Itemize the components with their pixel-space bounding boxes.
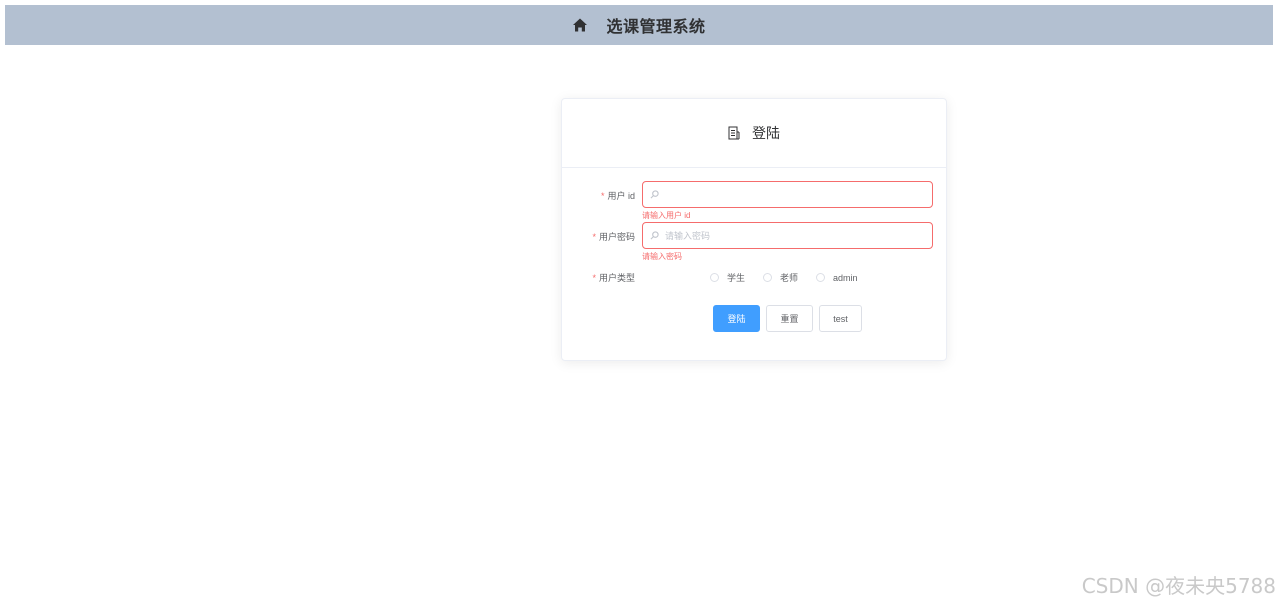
user-id-label: * 用户 id (600, 191, 635, 201)
radio-circle[interactable] (763, 273, 773, 282)
top-header-bar: 选课管理系统 (5, 5, 1273, 45)
radio-admin[interactable]: admin (816, 273, 858, 283)
login-card-title: 登陆 (752, 125, 780, 141)
password-input[interactable] (665, 230, 915, 241)
required-mark: * (600, 191, 605, 201)
user-type-radio-group: 学生 老师 admin (710, 271, 876, 284)
document-icon (728, 126, 740, 140)
home-icon (573, 18, 588, 32)
watermark-text: CSDN @夜未央5788 (1081, 574, 1276, 598)
radio-teacher[interactable]: 老师 (763, 271, 798, 284)
radio-student[interactable]: 学生 (710, 271, 745, 284)
password-error: 请输入密码 (642, 252, 682, 261)
password-input-wrapper[interactable] (642, 222, 933, 249)
password-label: * 用户密码 (592, 232, 635, 242)
login-card: 登陆 * 用户 id 请输入用户 id * 用户密码 请输入密码 请输入密码 *… (561, 98, 947, 361)
search-icon (650, 231, 659, 240)
radio-circle[interactable] (710, 273, 719, 282)
radio-circle[interactable] (816, 273, 826, 282)
reset-button[interactable]: 重置 (766, 305, 813, 332)
user-id-input[interactable] (665, 189, 915, 200)
required-mark: * (592, 273, 596, 283)
login-card-header: 登陆 (562, 99, 946, 168)
app-title: 选课管理系统 (606, 19, 706, 36)
required-mark: * (592, 232, 596, 242)
test-button[interactable]: test (819, 305, 862, 332)
search-icon (650, 190, 659, 199)
login-button[interactable]: 登陆 (713, 305, 760, 332)
user-type-label: * 用户类型 (592, 273, 635, 283)
user-id-error: 请输入用户 id (642, 211, 691, 220)
user-id-input-wrapper[interactable] (642, 181, 933, 208)
